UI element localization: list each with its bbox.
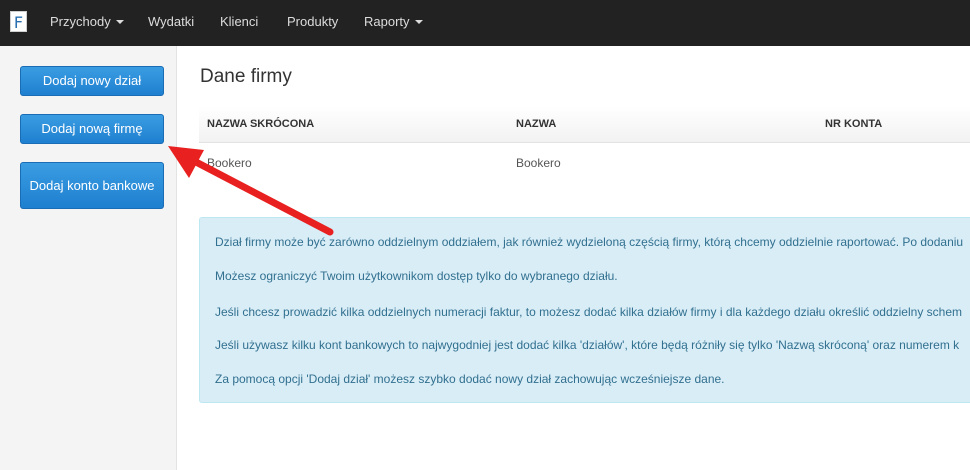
info-text-line: Możesz ograniczyć Twoim użytkownikom dos… [215, 269, 618, 283]
app-logo[interactable]: F [10, 11, 27, 32]
column-header-short-name[interactable]: NAZWA SKRÓCONA [207, 106, 314, 142]
nav-item-label: Raporty [364, 14, 410, 29]
nav-item-produkty[interactable]: Produkty [287, 0, 338, 46]
info-text-line: Dział firmy może być zarówno oddzielnym … [215, 235, 964, 249]
nav-item-przychody[interactable]: Przychody [50, 0, 124, 46]
add-company-button[interactable]: Dodaj nową firmę [20, 114, 164, 144]
chevron-down-icon [115, 19, 124, 24]
info-text-line: Jeśli używasz kilku kont bankowych to na… [215, 338, 960, 352]
nav-item-klienci[interactable]: Klienci [220, 0, 258, 46]
sidebar: Dodaj nowy dział Dodaj nową firmę Dodaj … [0, 46, 177, 470]
table-row[interactable]: Bookero Bookero [199, 143, 970, 183]
column-header-account-number[interactable]: NR KONTA [825, 106, 882, 142]
info-alert: Dział firmy może być zarówno oddzielnym … [199, 217, 970, 403]
nav-item-wydatki[interactable]: Wydatki [148, 0, 194, 46]
chevron-down-icon [414, 19, 423, 24]
info-text-line: Za pomocą opcji 'Dodaj dział' możesz szy… [215, 372, 725, 386]
info-text-line: Jeśli chcesz prowadzić kilka oddzielnych… [215, 305, 962, 319]
add-bank-account-button[interactable]: Dodaj konto bankowe [20, 162, 164, 209]
page-title: Dane firmy [200, 66, 292, 87]
table-header: NAZWA SKRÓCONA NAZWA NR KONTA [199, 106, 970, 143]
cell-short-name[interactable]: Bookero [207, 143, 252, 183]
nav-item-label: Klienci [220, 14, 259, 29]
nav-item-label: Przychody [50, 14, 111, 29]
nav-item-label: Produkty [287, 14, 339, 29]
column-header-name[interactable]: NAZWA [516, 106, 556, 142]
nav-item-label: Wydatki [148, 14, 195, 29]
top-navbar: F Przychody Wydatki Klienci Produkty Rap… [0, 0, 970, 46]
add-department-button[interactable]: Dodaj nowy dział [20, 66, 164, 96]
nav-item-raporty[interactable]: Raporty [364, 0, 423, 46]
cell-name[interactable]: Bookero [516, 143, 561, 183]
